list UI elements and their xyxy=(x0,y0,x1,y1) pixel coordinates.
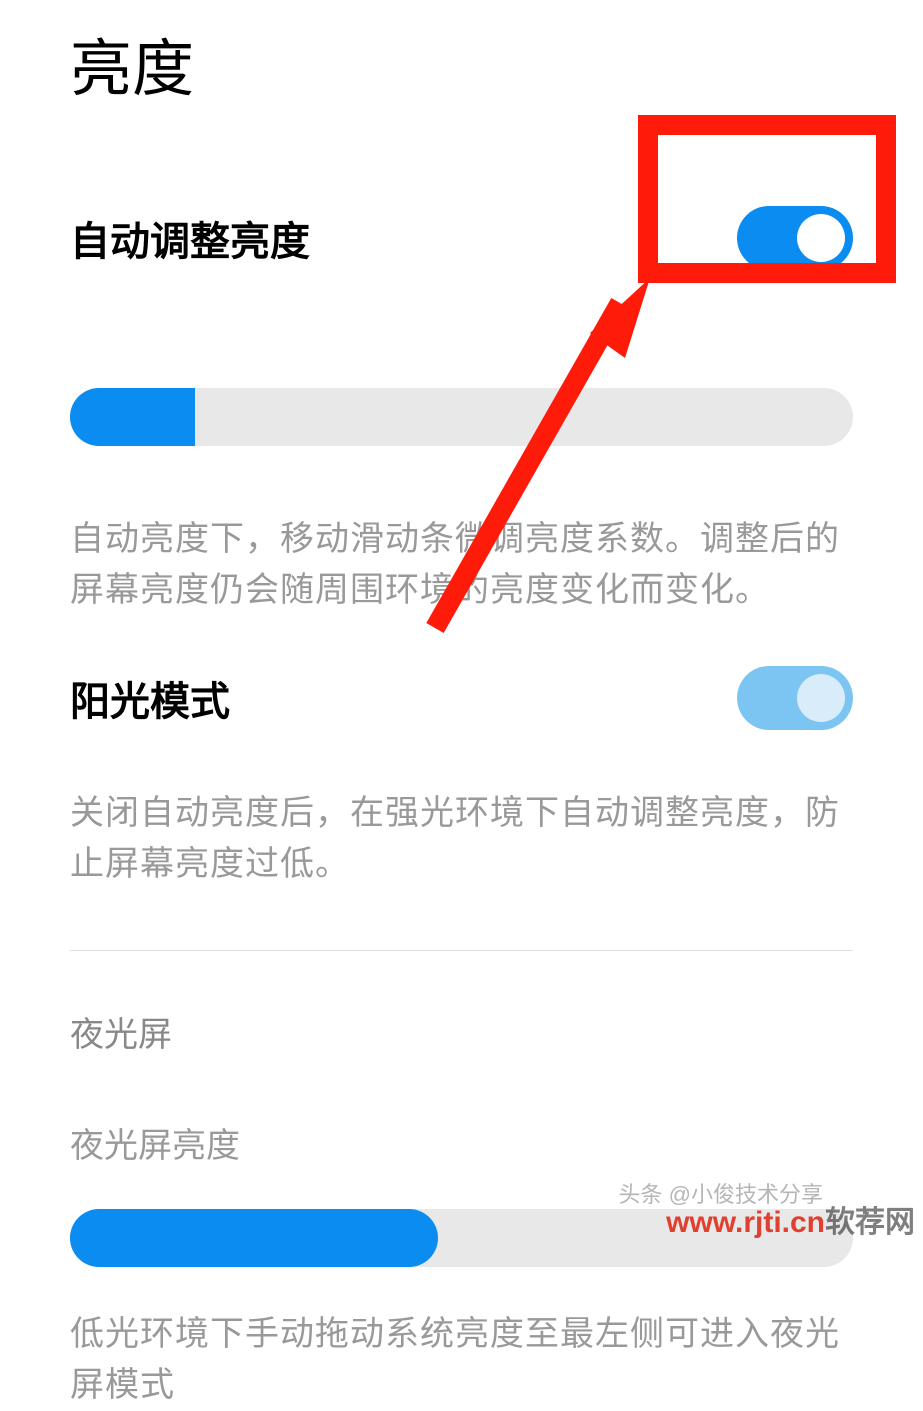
toggle-thumb xyxy=(797,214,845,262)
toggle-thumb xyxy=(797,674,845,722)
auto-brightness-row: 自动调整亮度 xyxy=(0,206,923,270)
night-screen-description: 低光环境下手动拖动系统亮度至最左侧可进入夜光屏模式 xyxy=(0,1309,923,1411)
page-title: 亮度 xyxy=(0,0,923,148)
auto-brightness-label: 自动调整亮度 xyxy=(70,209,310,267)
night-screen-section-title: 夜光屏 xyxy=(0,1007,923,1056)
sunshine-mode-description: 关闭自动亮度后，在强光环境下自动调整亮度，防止屏幕亮度过低。 xyxy=(0,788,923,890)
brightness-slider-fill xyxy=(70,388,195,446)
watermark-site: www.rjti.cn软荐网 xyxy=(666,1197,915,1241)
brightness-slider-container xyxy=(0,388,923,446)
sunshine-mode-label: 阳光模式 xyxy=(70,669,230,727)
night-slider-fill xyxy=(70,1209,438,1267)
brightness-slider[interactable] xyxy=(70,388,853,446)
auto-brightness-toggle[interactable] xyxy=(737,206,853,270)
sunshine-mode-toggle[interactable] xyxy=(737,666,853,730)
sunshine-mode-row: 阳光模式 xyxy=(0,666,923,730)
section-divider xyxy=(70,950,853,951)
auto-brightness-description: 自动亮度下，移动滑动条微调亮度系数。调整后的屏幕亮度仍会随周围环境的亮度变化而变… xyxy=(0,514,923,616)
night-screen-slider-label: 夜光屏亮度 xyxy=(0,1118,923,1167)
